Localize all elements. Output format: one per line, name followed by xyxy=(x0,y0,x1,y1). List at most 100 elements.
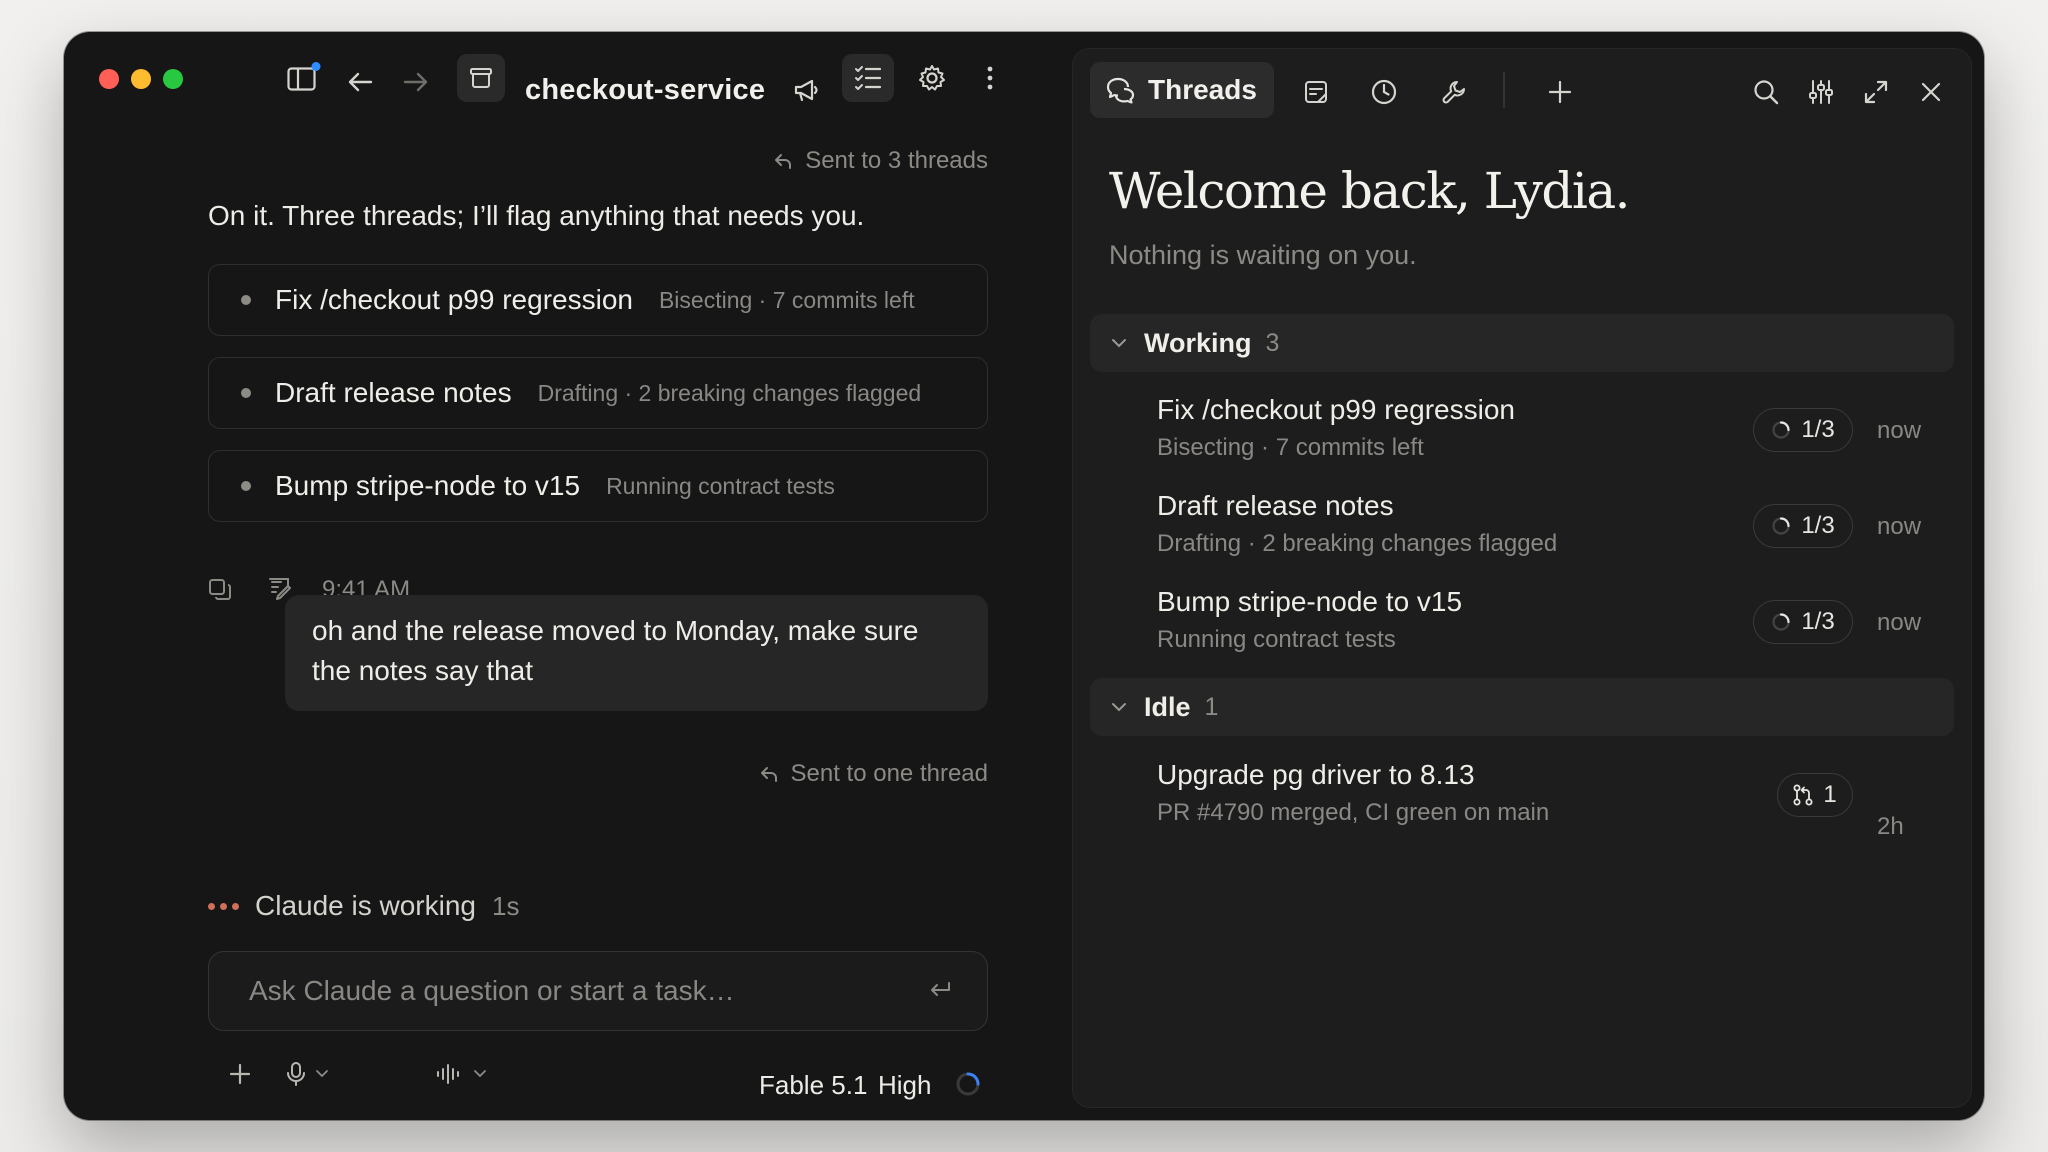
chat-bubbles-icon xyxy=(1106,77,1135,104)
thread-progress-badge: 1/3 xyxy=(1753,504,1853,548)
thread-pr-badge: 1 xyxy=(1777,773,1853,817)
task-detail: Bisecting · 7 commits left xyxy=(658,286,915,313)
voice-button[interactable] xyxy=(428,1052,494,1096)
forward-button[interactable] xyxy=(396,60,436,104)
announce-button[interactable] xyxy=(786,70,826,110)
task-name: Draft release notes xyxy=(275,377,512,408)
task-name: Fix /checkout p99 regression xyxy=(275,284,633,315)
search-icon xyxy=(1754,80,1779,105)
thread-progress-badge: 1/3 xyxy=(1753,600,1853,644)
vertical-dots-icon xyxy=(987,66,993,90)
effort-selector[interactable]: High xyxy=(878,1070,931,1101)
thread-time: now xyxy=(1877,417,1922,444)
sliders-icon xyxy=(1809,80,1833,104)
spinner-icon xyxy=(1772,421,1790,439)
thread-title: Upgrade pg driver to 8.13 xyxy=(1157,759,1475,790)
tools-tab-button[interactable] xyxy=(1432,70,1476,114)
wrench-icon xyxy=(1442,81,1465,104)
thread-subtitle: PR #4790 merged, CI green on main xyxy=(1157,799,1550,826)
composer xyxy=(208,951,988,1031)
tab-threads[interactable]: Threads xyxy=(1090,62,1274,118)
spinner-icon xyxy=(956,1072,980,1096)
arrow-left-icon xyxy=(348,72,373,92)
chevron-down-icon xyxy=(316,1070,328,1078)
gear-icon xyxy=(919,65,945,91)
spinner-icon xyxy=(1772,613,1790,631)
badge-text: 1/3 xyxy=(1801,512,1835,539)
task-card[interactable]: Bump stripe-node to v15 Running contract… xyxy=(208,450,988,522)
toolbar-divider xyxy=(1503,72,1505,108)
expand-button[interactable] xyxy=(1854,70,1898,114)
welcome-heading: Welcome back, Lydia. xyxy=(1109,162,1631,220)
app-window: checkout-service Sent to 3 threads On it… xyxy=(64,32,1984,1120)
thread-time: 2h xyxy=(1877,813,1904,840)
user-message-bubble: oh and the release moved to Monday, make… xyxy=(285,595,988,711)
working-indicator: Claude is working 1s xyxy=(208,890,519,922)
sent-to-one-status: Sent to one thread xyxy=(759,760,988,788)
chevron-down-icon xyxy=(1112,702,1126,711)
welcome-subtitle: Nothing is waiting on you. xyxy=(1109,240,1417,270)
model-selector[interactable]: Fable 5.1 xyxy=(759,1070,867,1101)
history-tab-button[interactable] xyxy=(1362,70,1406,114)
thread-progress-badge: 1/3 xyxy=(1753,408,1853,452)
composer-input[interactable] xyxy=(247,952,891,1030)
working-label: Claude is working xyxy=(255,890,476,921)
assistant-message: On it. Three threads; I’ll flag anything… xyxy=(208,200,865,231)
close-window-button[interactable] xyxy=(99,69,119,89)
thread-title: Draft release notes xyxy=(1157,490,1394,521)
thread-time: now xyxy=(1877,513,1922,540)
folder-box-icon xyxy=(470,68,492,88)
group-header-working[interactable]: Working 3 xyxy=(1090,314,1954,372)
reply-arrow-icon xyxy=(775,154,792,169)
sidebar-toggle-icon xyxy=(287,62,321,91)
task-card[interactable]: Fix /checkout p99 regression Bisecting ·… xyxy=(208,264,988,336)
project-button[interactable] xyxy=(457,54,505,102)
spinner-icon xyxy=(1772,517,1790,535)
task-name: Bump stripe-node to v15 xyxy=(275,470,581,501)
group-header-idle[interactable]: Idle 1 xyxy=(1090,678,1954,736)
note-icon xyxy=(1305,81,1327,103)
minimize-window-button[interactable] xyxy=(131,69,151,89)
close-icon xyxy=(1921,82,1941,102)
thread-subtitle: Drafting · 2 breaking changes flagged xyxy=(1157,530,1558,557)
badge-text: 1/3 xyxy=(1801,416,1835,443)
sent-to-threads-text: Sent to 3 threads xyxy=(805,147,988,174)
task-detail: Drafting · 2 breaking changes flagged xyxy=(537,379,922,406)
add-attachment-button[interactable] xyxy=(220,1054,260,1094)
return-key-icon[interactable] xyxy=(929,981,951,999)
more-button[interactable] xyxy=(975,58,1005,98)
plus-icon xyxy=(229,1063,251,1085)
badge-text: 1 xyxy=(1823,781,1837,808)
back-button[interactable] xyxy=(340,60,380,104)
microphone-button[interactable] xyxy=(276,1052,338,1096)
arrow-right-icon xyxy=(403,72,428,92)
group-label: Working xyxy=(1144,327,1252,358)
clock-icon xyxy=(1371,79,1397,105)
chevron-down-icon xyxy=(1112,338,1126,347)
zoom-window-button[interactable] xyxy=(163,69,183,89)
copy-icon[interactable] xyxy=(208,578,232,602)
chevron-down-icon xyxy=(474,1070,486,1078)
reply-arrow-icon xyxy=(760,767,777,782)
sent-to-threads-status: Sent to 3 threads xyxy=(773,147,988,175)
megaphone-icon xyxy=(794,79,818,102)
thread-title: Bump stripe-node to v15 xyxy=(1157,586,1463,617)
task-card[interactable]: Draft release notes Drafting · 2 breakin… xyxy=(208,357,988,429)
sidebar-toggle-button[interactable] xyxy=(284,56,321,100)
settings-button[interactable] xyxy=(912,58,952,98)
new-thread-button[interactable] xyxy=(1538,70,1582,114)
thread-title: Fix /checkout p99 regression xyxy=(1157,394,1515,425)
notes-tab-button[interactable] xyxy=(1294,70,1338,114)
task-detail: Running contract tests xyxy=(606,472,835,499)
filters-button[interactable] xyxy=(1799,70,1843,114)
group-label: Idle xyxy=(1144,691,1191,722)
expand-icon xyxy=(1864,80,1888,104)
task-status-dot xyxy=(241,388,251,398)
working-dots-icon xyxy=(208,902,239,910)
working-time: 1s xyxy=(492,890,520,921)
tab-threads-label: Threads xyxy=(1148,74,1257,105)
close-panel-button[interactable] xyxy=(1909,70,1953,114)
group-count: 3 xyxy=(1265,328,1280,357)
search-button[interactable] xyxy=(1744,70,1788,114)
tasks-button[interactable] xyxy=(842,54,894,102)
